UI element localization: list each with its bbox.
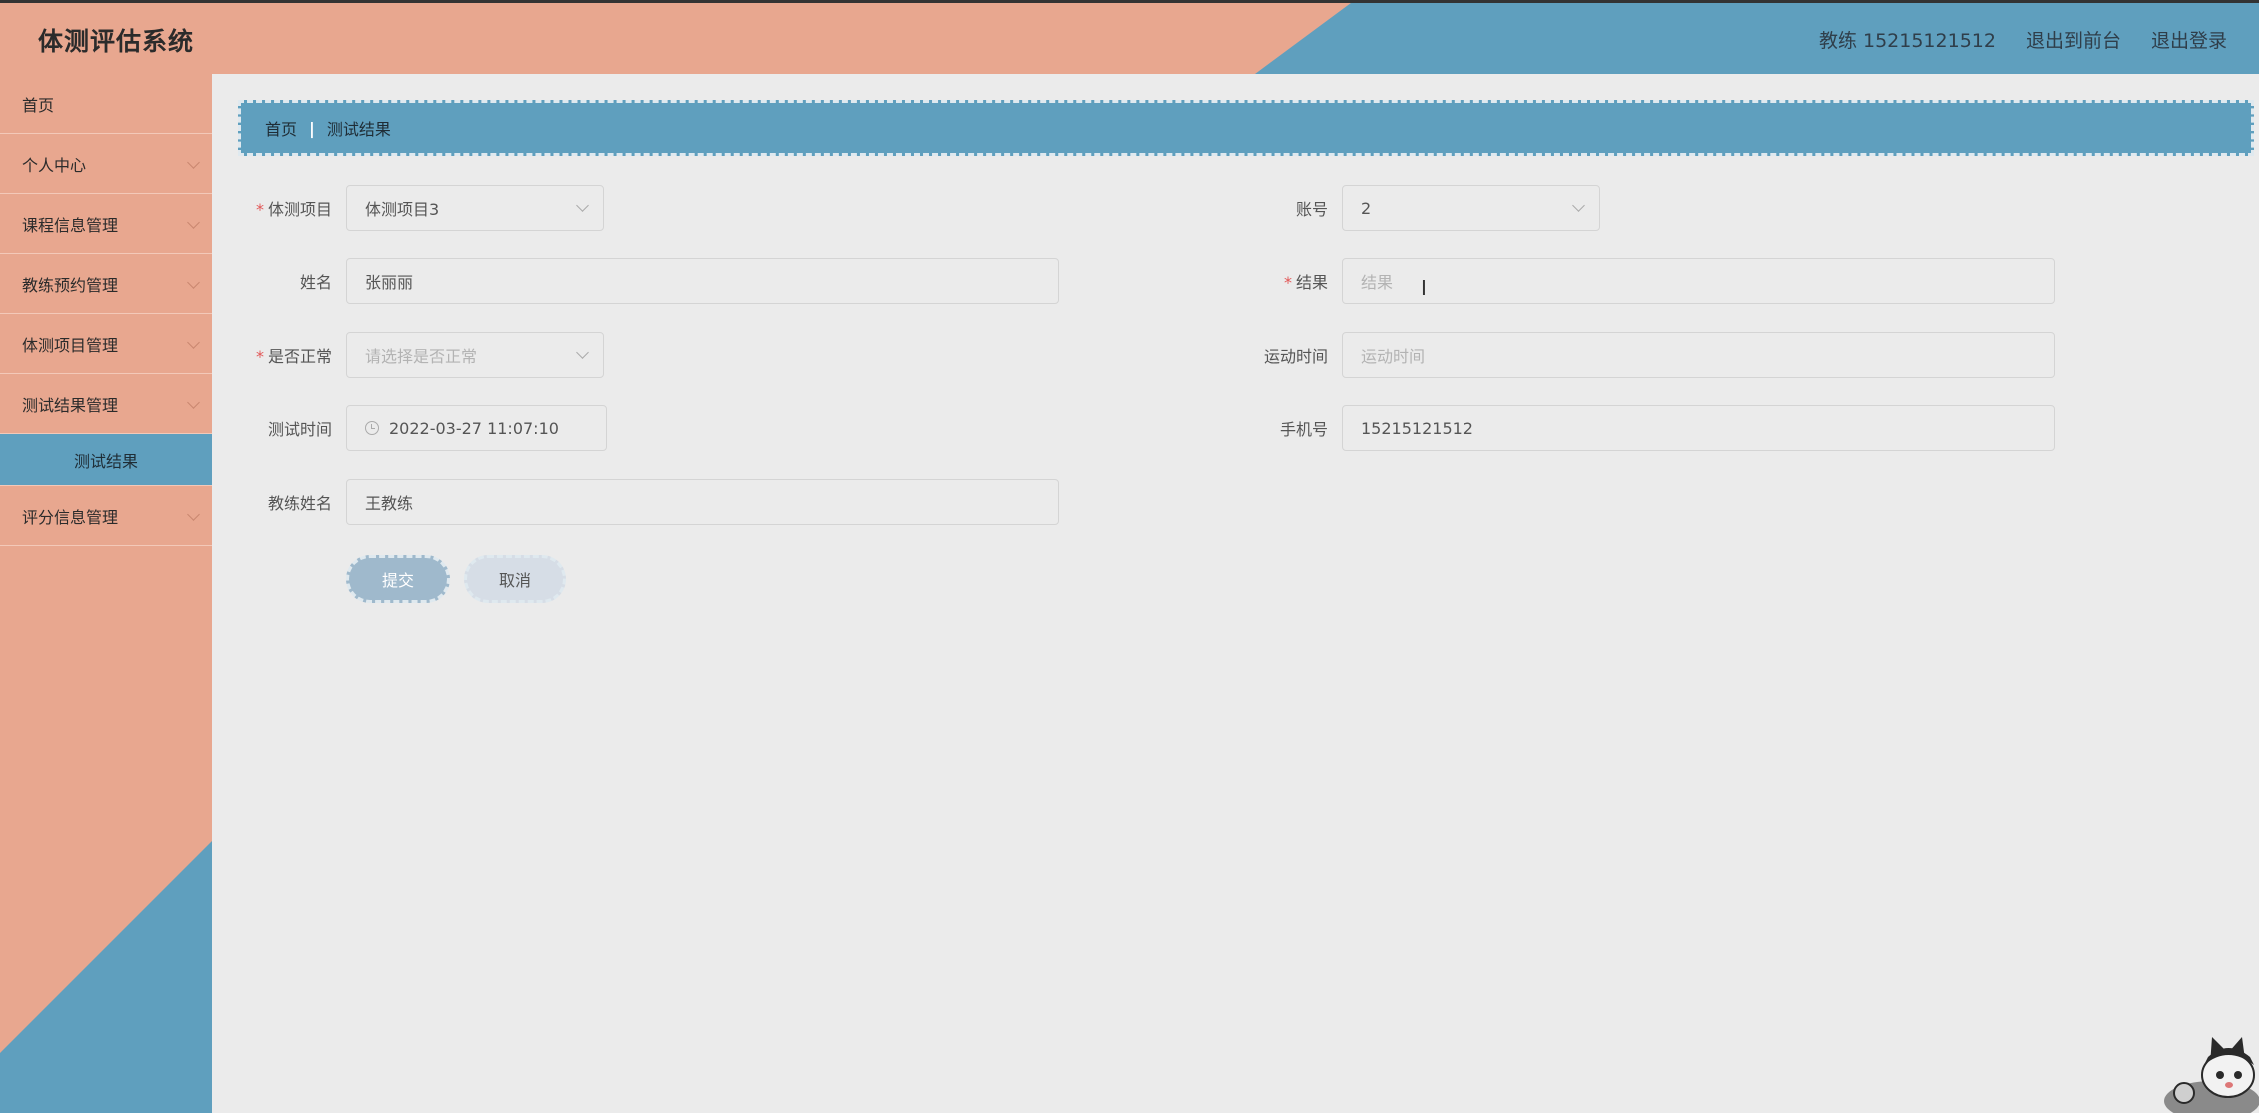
sidebar-item-label: 课程信息管理 [22, 215, 119, 235]
chevron-down-icon [187, 276, 200, 289]
project-select[interactable]: 体测项目3 [346, 185, 604, 231]
logout-link[interactable]: 退出登录 [2151, 26, 2227, 53]
form-row-test-time: 测试时间 2022-03-27 11:07:10 [238, 405, 607, 451]
form-row-exercise-time: 运动时间 运动时间 [1234, 332, 2055, 378]
coach-label: 教练姓名 [267, 494, 332, 513]
chevron-down-icon [1572, 199, 1585, 212]
form-row-result: * 结果 结果 [1234, 258, 2055, 304]
exercise-time-input[interactable]: 运动时间 [1342, 332, 2055, 378]
sidebar-subitem-test-results[interactable]: 测试结果 [0, 434, 212, 486]
sidebar-item-course-info[interactable]: 课程信息管理 [0, 194, 212, 254]
account-label: 账号 [1295, 200, 1328, 219]
name-input[interactable]: 张丽丽 [346, 258, 1059, 304]
exercise-time-label: 运动时间 [1263, 347, 1328, 366]
project-select-value: 体测项目3 [365, 200, 440, 219]
account-select-value: 2 [1361, 198, 1372, 218]
cancel-button[interactable]: 取消 [464, 555, 566, 603]
sidebar-item-coach-booking[interactable]: 教练预约管理 [0, 254, 212, 314]
sidebar-item-test-projects[interactable]: 体测项目管理 [0, 314, 212, 374]
project-label: * 体测项目 [255, 200, 332, 219]
chevron-down-icon [187, 508, 200, 521]
form-row-project: * 体测项目 体测项目3 [238, 185, 604, 231]
sidebar-item-label: 体测项目管理 [22, 335, 119, 355]
test-time-picker[interactable]: 2022-03-27 11:07:10 [346, 405, 607, 451]
sidebar-subitem-label: 测试结果 [73, 451, 138, 471]
chevron-down-icon [187, 336, 200, 349]
breadcrumb-separator: | [309, 118, 315, 138]
sidebar-item-score-info[interactable]: 评分信息管理 [0, 486, 212, 546]
sidebar: 首页 个人中心 课程信息管理 教练预约管理 体测项目管理 测试结果管理 测试结果… [0, 74, 212, 1113]
top-header: 体测评估系统 教练 15215121512 退出到前台 退出登录 [0, 0, 2259, 74]
sidebar-item-home[interactable]: 首页 [0, 74, 212, 134]
chevron-down-icon [576, 346, 589, 359]
header-top-line [0, 0, 2259, 3]
breadcrumb: 首页 | 测试结果 [238, 100, 2254, 156]
sidebar-item-label: 测试结果管理 [22, 395, 119, 415]
test-time-value: 2022-03-27 11:07:10 [389, 418, 559, 438]
test-time-label: 测试时间 [267, 420, 332, 439]
chevron-down-icon [187, 396, 200, 409]
current-user: 教练 15215121512 [1818, 30, 1996, 52]
chevron-down-icon [187, 216, 200, 229]
name-input-value: 张丽丽 [365, 273, 414, 292]
result-label: * 结果 [1283, 273, 1328, 292]
sidebar-item-label: 首页 [22, 95, 55, 115]
result-input[interactable]: 结果 [1342, 258, 2055, 304]
clock-icon [365, 421, 379, 435]
sidebar-item-personal-center[interactable]: 个人中心 [0, 134, 212, 194]
phone-label: 手机号 [1279, 420, 1328, 439]
chevron-down-icon [187, 156, 200, 169]
required-mark: * [255, 347, 264, 366]
account-select[interactable]: 2 [1342, 185, 1600, 231]
cat-mascot-icon [2164, 1037, 2259, 1113]
form-row-phone: 手机号 15215121512 [1234, 405, 2055, 451]
form-row-account: 账号 2 [1234, 185, 1600, 231]
chevron-down-icon [576, 199, 589, 212]
sidebar-menu: 首页 个人中心 课程信息管理 教练预约管理 体测项目管理 测试结果管理 测试结果… [0, 74, 212, 546]
exercise-time-placeholder: 运动时间 [1361, 347, 1426, 366]
coach-input[interactable]: 王教练 [346, 479, 1059, 525]
back-to-front-link[interactable]: 退出到前台 [2026, 26, 2121, 53]
normal-select-placeholder: 请选择是否正常 [365, 347, 478, 366]
form-row-coach: 教练姓名 王教练 [238, 479, 1059, 525]
submit-button[interactable]: 提交 [346, 555, 450, 603]
phone-input[interactable]: 15215121512 [1342, 405, 2055, 451]
required-mark: * [1283, 273, 1292, 292]
required-mark: * [255, 200, 264, 219]
normal-label: * 是否正常 [255, 347, 332, 366]
name-label: 姓名 [299, 273, 332, 292]
form-row-normal: * 是否正常 请选择是否正常 [238, 332, 604, 378]
header-actions: 教练 15215121512 退出到前台 退出登录 [1819, 26, 2227, 53]
phone-input-value: 15215121512 [1361, 418, 1473, 438]
app-title: 体测评估系统 [38, 27, 195, 56]
breadcrumb-current: 测试结果 [326, 120, 391, 139]
normal-select[interactable]: 请选择是否正常 [346, 332, 604, 378]
sidebar-item-label: 评分信息管理 [22, 507, 119, 527]
form-row-name: 姓名 张丽丽 [238, 258, 1059, 304]
result-input-placeholder: 结果 [1361, 273, 1394, 292]
sidebar-item-label: 教练预约管理 [22, 275, 119, 295]
breadcrumb-home[interactable]: 首页 [265, 116, 297, 140]
coach-input-value: 王教练 [365, 494, 414, 513]
sidebar-item-label: 个人中心 [22, 155, 87, 175]
text-cursor-icon: I [1421, 276, 1427, 300]
sidebar-item-test-results-manage[interactable]: 测试结果管理 [0, 374, 212, 434]
